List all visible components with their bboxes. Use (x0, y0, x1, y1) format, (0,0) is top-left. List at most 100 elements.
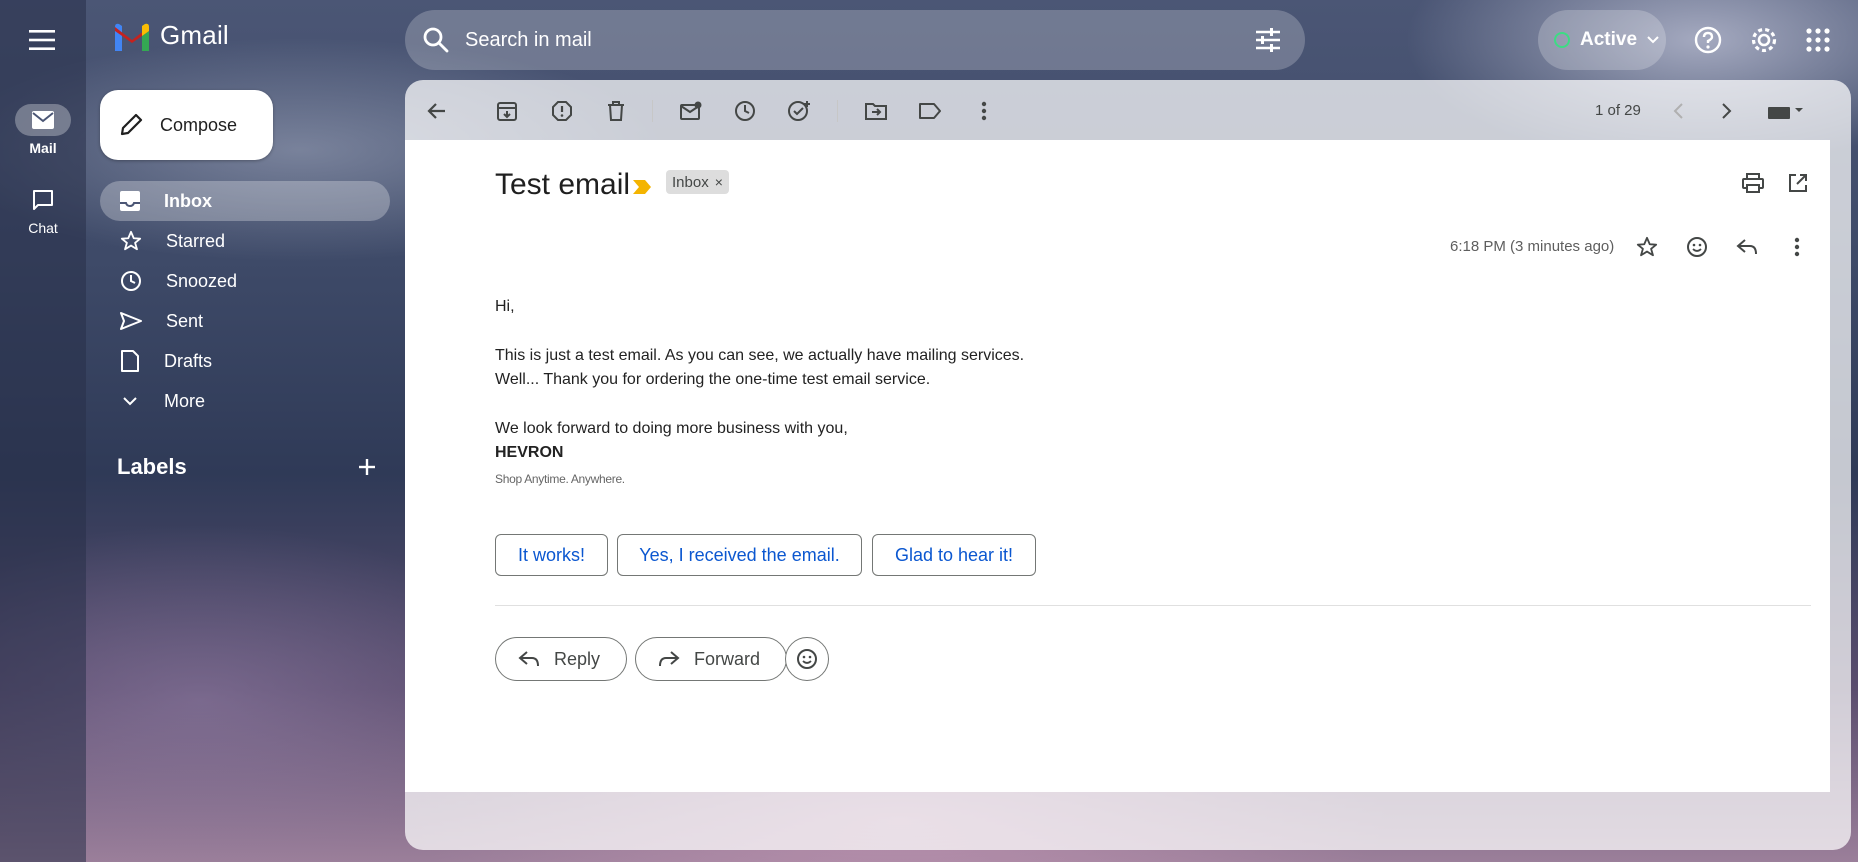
pencil-icon (120, 113, 143, 136)
snooze-button[interactable] (725, 91, 765, 131)
reply-icon (518, 651, 539, 667)
labels-button[interactable] (910, 91, 950, 131)
mark-unread-button[interactable] (671, 91, 711, 131)
more-vert-icon (1794, 237, 1800, 257)
message-panel: 1 of 29 Test email Inbox × 6:18 PM (3 mi… (405, 80, 1851, 850)
trash-icon (608, 101, 624, 121)
forward-icon (659, 651, 680, 667)
body-line: Well... Thank you for ordering the one-t… (495, 371, 931, 388)
compose-button[interactable]: Compose (100, 90, 273, 160)
nav-label-inbox: Inbox (164, 190, 212, 211)
smart-reply-button[interactable]: It works! (495, 534, 608, 576)
gmail-logo[interactable]: Gmail (112, 20, 229, 51)
input-tools-button[interactable] (1760, 91, 1810, 131)
draft-icon (121, 350, 139, 372)
remove-label-icon[interactable]: × (715, 174, 723, 190)
older-button[interactable] (1706, 91, 1746, 131)
gear-icon (1751, 27, 1777, 53)
smart-reply-button[interactable]: Glad to hear it! (872, 534, 1036, 576)
nav-item-inbox[interactable]: Inbox (100, 181, 390, 221)
smart-reply-button[interactable]: Yes, I received the email. (617, 534, 862, 576)
main-menu-button[interactable] (18, 16, 66, 64)
chevron-down-icon (123, 397, 137, 406)
add-reaction-button[interactable] (1679, 229, 1715, 265)
nav-item-sent[interactable]: Sent (100, 301, 390, 341)
clock-icon (121, 271, 141, 291)
reply-icon-button[interactable] (1729, 229, 1765, 265)
print-button[interactable] (1735, 165, 1771, 201)
label-chip-text: Inbox (672, 173, 709, 191)
reply-label: Reply (554, 648, 601, 669)
email-subject: Test email (495, 168, 631, 201)
open-in-new-icon (1789, 174, 1807, 192)
report-spam-button[interactable] (542, 91, 582, 131)
newer-button[interactable] (1659, 91, 1699, 131)
forward-button[interactable]: Forward (635, 637, 788, 681)
rail-item-chat[interactable]: Chat (0, 184, 86, 236)
search-options-icon[interactable] (1253, 25, 1283, 55)
reply-button[interactable]: Reply (495, 637, 628, 681)
rail-pill-mail (15, 104, 71, 136)
message-toolbar: 1 of 29 (405, 80, 1851, 140)
signature-tagline: Shop Anytime. Anywhere. (495, 472, 625, 486)
create-label-button[interactable] (350, 450, 384, 484)
support-button[interactable] (1684, 16, 1732, 64)
settings-button[interactable] (1740, 16, 1788, 64)
nav-label-more: More (164, 390, 206, 411)
inbox-label-chip: Inbox × (666, 170, 729, 194)
message-more-button[interactable] (1779, 229, 1815, 265)
more-actions-button[interactable] (964, 91, 1004, 131)
archive-icon (497, 102, 517, 121)
chat-icon (33, 190, 53, 210)
status-selector[interactable]: Active (1538, 10, 1666, 70)
report-icon (552, 101, 572, 121)
keyboard-icon (1768, 107, 1803, 119)
chevron-left-icon (1673, 103, 1683, 119)
toolbar-divider (652, 100, 653, 122)
clock-icon (735, 101, 755, 121)
body-line: This is just a test email. As you can se… (495, 347, 1025, 364)
archive-button[interactable] (487, 91, 527, 131)
arrow-back-icon (427, 103, 445, 119)
status-dot (1554, 32, 1570, 48)
star-button[interactable] (1629, 229, 1665, 265)
move-to-button[interactable] (856, 91, 896, 131)
label-icon (919, 103, 941, 119)
body-greeting: Hi, (495, 298, 515, 315)
emoji-react-button[interactable] (785, 637, 829, 681)
add-task-icon (788, 101, 810, 121)
app-name: Gmail (160, 20, 229, 50)
importance-marker-icon[interactable] (633, 180, 651, 194)
nav-label-sent: Sent (166, 310, 204, 331)
nav-label-starred: Starred (166, 230, 226, 251)
nav-item-snoozed[interactable]: Snoozed (100, 261, 390, 301)
plus-icon (359, 459, 375, 475)
hamburger-icon (29, 30, 55, 50)
add-to-tasks-button[interactable] (779, 91, 819, 131)
nav-label-drafts: Drafts (164, 350, 213, 371)
rail-label-mail: Mail (29, 140, 57, 156)
nav-item-drafts[interactable]: Drafts (100, 341, 390, 381)
delete-button[interactable] (596, 91, 636, 131)
star-icon (1636, 236, 1658, 257)
rail-label-chat: Chat (28, 220, 58, 236)
search-input[interactable] (465, 28, 1225, 52)
new-window-button[interactable] (1780, 165, 1816, 201)
help-icon (1694, 26, 1722, 54)
more-vert-icon (981, 101, 987, 121)
apps-grid-icon (1806, 28, 1830, 52)
apps-button[interactable] (1794, 16, 1842, 64)
search-icon[interactable] (421, 25, 451, 55)
mark-unread-icon (680, 101, 702, 120)
forward-label: Forward (694, 648, 761, 669)
back-button[interactable] (417, 91, 457, 131)
nav-label-snoozed: Snoozed (166, 270, 238, 291)
rail-pill-chat (15, 184, 71, 216)
labels-heading: Labels (117, 454, 187, 479)
nav-item-starred[interactable]: Starred (100, 221, 390, 261)
body-line: We look forward to doing more business w… (495, 420, 848, 437)
nav-item-more[interactable]: More (100, 381, 390, 421)
emoji-icon (1687, 237, 1707, 257)
move-to-icon (865, 103, 887, 120)
rail-item-mail[interactable]: Mail (0, 104, 86, 156)
